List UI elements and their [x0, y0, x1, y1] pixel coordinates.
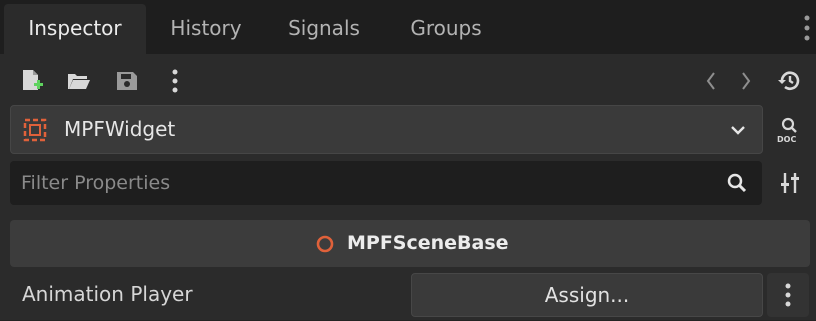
script-circle-icon — [315, 234, 335, 254]
object-selector-dropdown[interactable]: MPFWidget — [10, 105, 763, 154]
open-folder-icon[interactable] — [66, 70, 92, 92]
filter-properties-input[interactable] — [10, 161, 710, 205]
search-icon — [726, 172, 748, 194]
tab-inspector[interactable]: Inspector — [4, 4, 146, 54]
chevron-down-icon — [729, 122, 747, 138]
history-forward-icon[interactable] — [738, 69, 754, 93]
tab-groups[interactable]: Groups — [390, 4, 502, 54]
dock-menu-icon[interactable] — [798, 10, 816, 46]
dock-tab-bar: Inspector History Signals Groups — [0, 0, 816, 54]
filter-properties-field — [10, 161, 762, 205]
new-resource-icon[interactable] — [20, 68, 44, 94]
history-back-icon[interactable] — [703, 69, 719, 93]
tab-signals[interactable]: Signals — [268, 4, 380, 54]
svg-text:DOC: DOC — [777, 135, 796, 144]
save-icon[interactable] — [115, 69, 139, 93]
property-label-animation-player: Animation Player — [22, 282, 193, 306]
assign-button[interactable]: Assign... — [411, 273, 763, 317]
recent-history-icon[interactable] — [777, 68, 803, 94]
inspector-settings-icon[interactable] — [778, 171, 802, 195]
control-node-icon — [23, 118, 47, 142]
section-header-mpfscenebase[interactable]: MPFSceneBase — [10, 220, 810, 267]
tab-history[interactable]: History — [148, 4, 264, 54]
property-menu-icon[interactable] — [767, 273, 809, 317]
more-options-icon[interactable] — [166, 68, 184, 94]
section-title: MPFSceneBase — [347, 232, 509, 254]
selected-object-label: MPFWidget — [64, 117, 176, 141]
open-docs-icon[interactable]: DOC — [776, 116, 804, 144]
